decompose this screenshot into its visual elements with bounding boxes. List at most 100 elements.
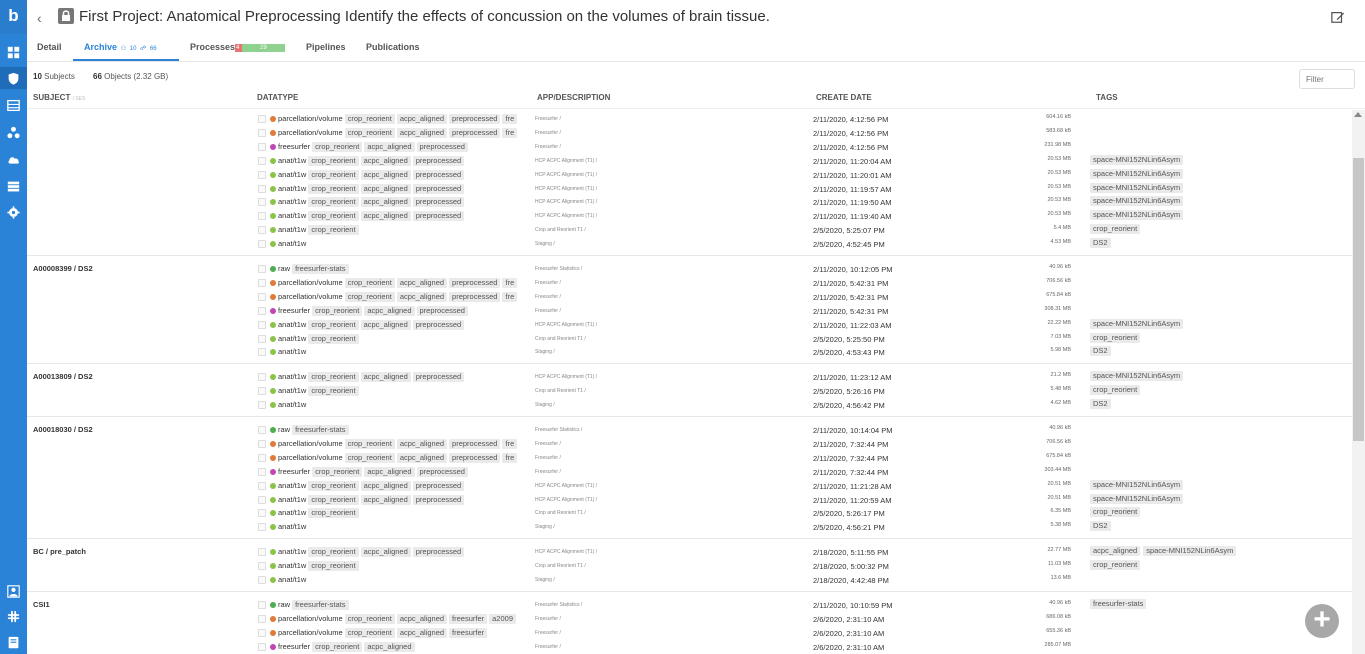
object-tag[interactable]: DS2 — [1090, 399, 1111, 410]
object-tag[interactable]: space-MNI152NLin6Asym — [1090, 493, 1184, 504]
row-checkbox[interactable] — [258, 628, 266, 637]
row-checkbox[interactable] — [258, 439, 266, 448]
row-checkbox[interactable] — [258, 240, 266, 249]
object-tag[interactable]: crop_reorient — [1090, 224, 1141, 235]
row-checkbox[interactable] — [258, 373, 266, 382]
row-checkbox[interactable] — [258, 278, 266, 287]
row-checkbox[interactable] — [258, 401, 266, 410]
row-checkbox[interactable] — [258, 509, 266, 518]
row-checkbox[interactable] — [258, 306, 266, 315]
row-checkbox[interactable] — [258, 523, 266, 532]
row-checkbox[interactable] — [258, 600, 266, 609]
row-checkbox[interactable] — [258, 426, 266, 434]
object-tag[interactable]: crop_reorient — [1090, 560, 1141, 571]
object-tag[interactable]: acpc_aligned — [1090, 546, 1141, 557]
table-row[interactable]: parcellation/volume crop_reorient acpc_ali… — [27, 276, 1352, 290]
row-checkbox[interactable] — [258, 170, 266, 179]
object-tag[interactable]: space-MNI152NLin6Asym — [1090, 318, 1184, 329]
row-checkbox[interactable] — [258, 156, 266, 165]
row-checkbox[interactable] — [258, 142, 266, 151]
table-row[interactable]: anat/t1w crop_reorient acpc_aligned preproc… — [27, 545, 1352, 559]
cloud-upload-icon[interactable] — [0, 148, 27, 170]
object-tag[interactable]: crop_reorient — [1090, 507, 1141, 518]
tab-publications[interactable]: Publications — [366, 42, 420, 52]
table-row[interactable]: anat/t1w crop_reorient acpc_aligned preproc… — [27, 154, 1352, 168]
table-row[interactable]: parcellation/volume crop_reorient acpc_ali… — [27, 112, 1352, 126]
table-row[interactable]: freesurfer crop_reorient acpc_aligned prepr… — [27, 304, 1352, 318]
row-checkbox[interactable] — [258, 348, 266, 357]
table-row[interactable]: anat/t1w crop_reorient Crop and Reorient T… — [27, 506, 1352, 520]
table-row[interactable]: anat/t1w crop_reorient acpc_aligned preproc… — [27, 209, 1352, 223]
row-checkbox[interactable] — [258, 292, 266, 301]
table-row[interactable]: anat/t1w crop_reorient acpc_aligned preproc… — [27, 493, 1352, 507]
add-button[interactable]: + — [1305, 604, 1339, 638]
table-row[interactable]: parcellation/volume crop_reorient acpc_ali… — [27, 626, 1352, 640]
table-row[interactable]: freesurfer crop_reorient acpc_aligned Frees… — [27, 640, 1352, 654]
table-row[interactable]: raw freesurfer-stats Freesurfer Statistics… — [27, 423, 1352, 437]
table-icon[interactable] — [0, 94, 27, 116]
row-checkbox[interactable] — [258, 481, 266, 490]
table-row[interactable]: parcellation/volume crop_reorient acpc_ali… — [27, 451, 1352, 465]
shield-icon[interactable] — [0, 67, 27, 89]
object-tag[interactable]: space-MNI152NLin6Asym — [1090, 479, 1184, 490]
table-row[interactable]: anat/t1w Staging / 2/5/2020, 4:53:43 PM 5.9… — [27, 345, 1352, 359]
row-checkbox[interactable] — [258, 576, 266, 584]
tab-processes[interactable]: Processes — [190, 42, 235, 52]
tab-archive[interactable]: Archive ⚇ 10 ☍ 66 — [84, 42, 157, 52]
table-row[interactable]: anat/t1w crop_reorient Crop and Reorient T… — [27, 384, 1352, 398]
object-tag[interactable]: freesurfer-stats — [1090, 598, 1147, 609]
row-checkbox[interactable] — [258, 334, 266, 343]
back-icon[interactable]: ‹ — [37, 10, 42, 26]
table-row[interactable]: anat/t1w crop_reorient Crop and Reorient T… — [27, 223, 1352, 237]
object-tag[interactable]: space-MNI152NLin6Asym — [1090, 196, 1184, 207]
table-row[interactable]: parcellation/volume crop_reorient acpc_ali… — [27, 437, 1352, 451]
table-row[interactable]: freesurfer crop_reorient acpc_aligned prepr… — [27, 465, 1352, 479]
row-checkbox[interactable] — [258, 548, 266, 557]
object-tag[interactable]: DS2 — [1090, 521, 1111, 532]
user-icon[interactable] — [0, 580, 27, 602]
object-tag[interactable]: space-MNI152NLin6Asym — [1090, 182, 1184, 193]
row-checkbox[interactable] — [258, 467, 266, 476]
table-row[interactable]: anat/t1w crop_reorient acpc_aligned preproc… — [27, 195, 1352, 209]
row-checkbox[interactable] — [258, 115, 266, 123]
table-row[interactable]: anat/t1w crop_reorient Crop and Reorient T… — [27, 332, 1352, 346]
brainlife-logo[interactable]: b — [0, 0, 27, 34]
table-row[interactable]: anat/t1w Staging / 2/18/2020, 4:42:48 PM 13… — [27, 573, 1352, 587]
table-row[interactable]: anat/t1w Staging / 2/5/2020, 4:56:42 PM 4.6… — [27, 398, 1352, 412]
slack-icon[interactable] — [0, 605, 27, 627]
filter-input[interactable] — [1299, 69, 1355, 89]
object-tag[interactable]: space-MNI152NLin6Asym — [1090, 168, 1184, 179]
table-row[interactable]: freesurfer crop_reorient acpc_aligned prepr… — [27, 140, 1352, 154]
object-tag[interactable]: space-MNI152NLin6Asym — [1090, 210, 1184, 221]
table-row[interactable]: anat/t1w crop_reorient acpc_aligned preproc… — [27, 182, 1352, 196]
row-checkbox[interactable] — [258, 198, 266, 207]
edit-icon[interactable] — [1331, 10, 1345, 24]
row-checkbox[interactable] — [258, 265, 266, 273]
table-row[interactable]: anat/t1w crop_reorient Crop and Reorient T… — [27, 559, 1352, 573]
table-row[interactable]: anat/t1w crop_reorient acpc_aligned preproc… — [27, 370, 1352, 384]
row-checkbox[interactable] — [258, 642, 266, 651]
server-icon[interactable] — [0, 175, 27, 197]
object-tag[interactable]: DS2 — [1090, 346, 1111, 357]
table-row[interactable]: raw freesurfer-stats Freesurfer Statistics… — [27, 598, 1352, 612]
row-checkbox[interactable] — [258, 128, 266, 137]
row-checkbox[interactable] — [258, 453, 266, 462]
dashboard-icon[interactable] — [0, 41, 27, 63]
table-row[interactable]: parcellation/volume crop_reorient acpc_ali… — [27, 612, 1352, 626]
object-tag[interactable]: space-MNI152NLin6Asym — [1090, 371, 1184, 382]
table-row[interactable]: anat/t1w Staging / 2/5/2020, 4:52:45 PM 4.5… — [27, 237, 1352, 251]
row-checkbox[interactable] — [258, 614, 266, 623]
gear-icon[interactable] — [0, 201, 27, 223]
object-tag[interactable]: space-MNI152NLin6Asym — [1090, 154, 1184, 165]
object-tag[interactable]: space-MNI152NLin6Asym — [1143, 546, 1237, 557]
scrollbar-thumb[interactable] — [1353, 158, 1364, 441]
row-checkbox[interactable] — [258, 212, 266, 221]
row-checkbox[interactable] — [258, 184, 266, 193]
row-checkbox[interactable] — [258, 387, 266, 396]
table-row[interactable]: anat/t1w Staging / 2/5/2020, 4:56:21 PM 5.3… — [27, 520, 1352, 534]
scroll-up-arrow[interactable] — [1354, 112, 1362, 117]
table-row[interactable]: parcellation/volume crop_reorient acpc_ali… — [27, 290, 1352, 304]
tab-detail[interactable]: Detail — [37, 42, 62, 52]
row-checkbox[interactable] — [258, 562, 266, 571]
row-checkbox[interactable] — [258, 495, 266, 504]
